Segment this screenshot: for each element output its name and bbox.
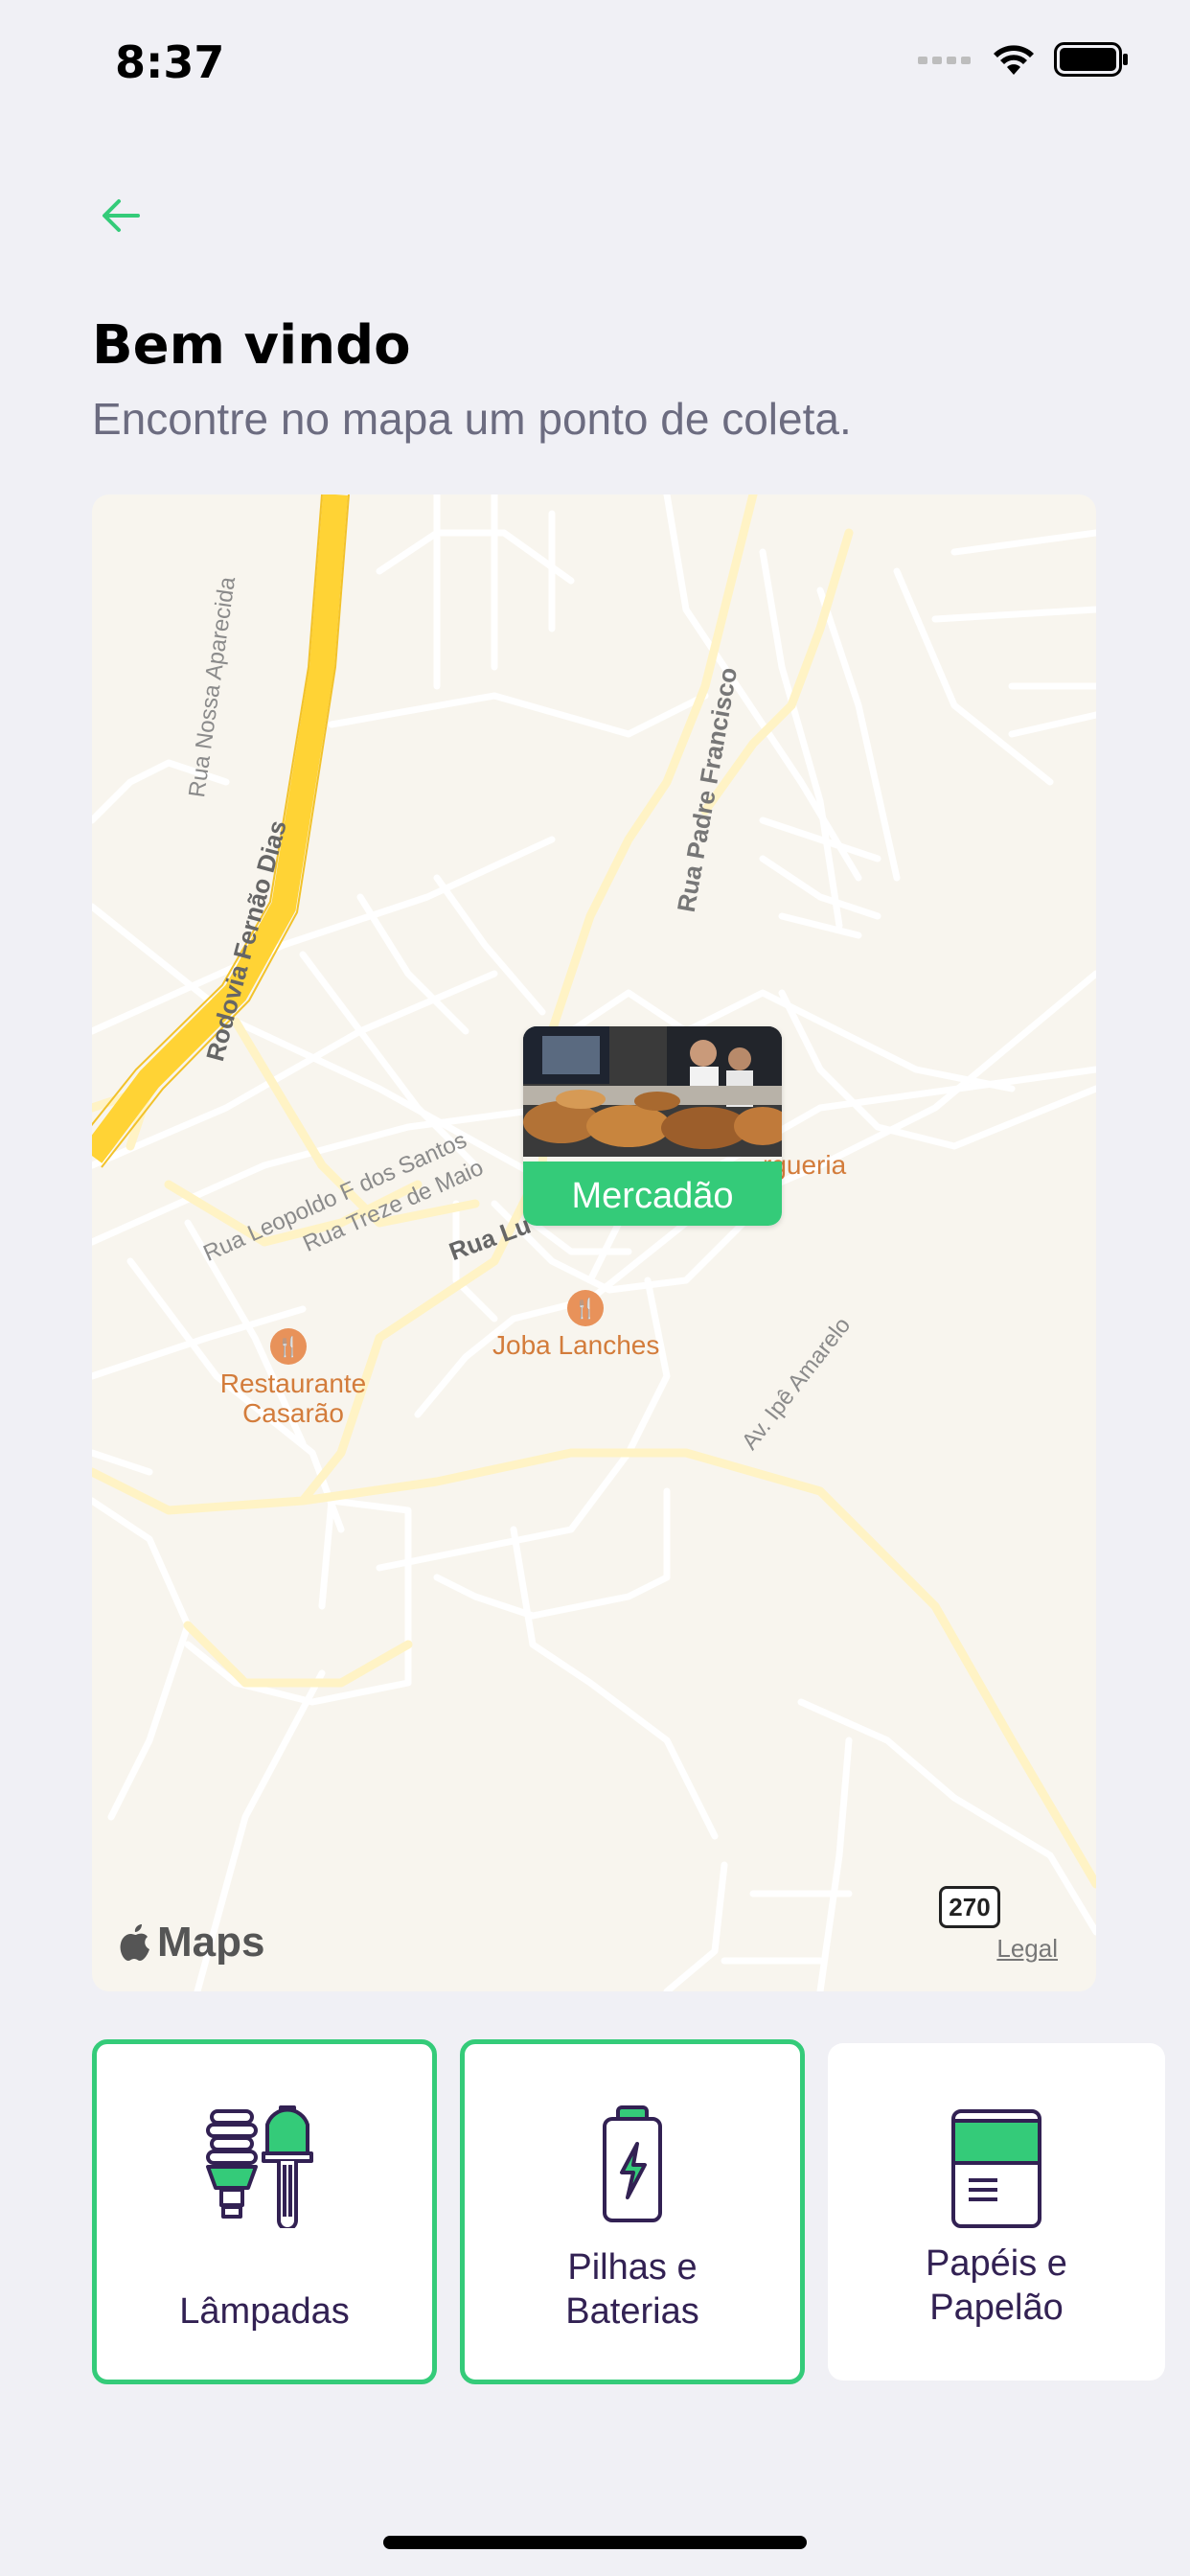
legal-link[interactable]: Legal bbox=[996, 1934, 1058, 1964]
item-card-pilhas[interactable]: Pilhas e Baterias bbox=[460, 2039, 805, 2384]
poi-label-joba: Joba Lanches bbox=[492, 1330, 660, 1360]
marker-photo bbox=[523, 1026, 782, 1157]
item-card-lampadas[interactable]: Lâmpadas bbox=[92, 2039, 437, 2384]
signal-icon bbox=[918, 53, 973, 71]
battery-status-icon bbox=[1054, 42, 1129, 81]
map-marker-mercadao[interactable]: Mercadão bbox=[523, 1026, 782, 1226]
item-card-papeis[interactable]: Papéis e Papelão bbox=[828, 2043, 1165, 2380]
back-button[interactable] bbox=[92, 187, 149, 244]
wifi-icon bbox=[991, 42, 1037, 81]
poi-label-restaurante: Restaurante Casarão bbox=[219, 1368, 367, 1428]
battery-icon bbox=[603, 2105, 662, 2222]
item-label: Lâmpadas bbox=[179, 2291, 350, 2332]
restaurant-pin-icon[interactable]: 🍴 bbox=[270, 1328, 307, 1365]
status-icons bbox=[918, 42, 1129, 81]
apple-logo-icon bbox=[120, 1924, 149, 1961]
status-time: 8:37 bbox=[115, 36, 225, 88]
maps-brand-text: Maps bbox=[157, 1919, 265, 1966]
restaurant-pin-icon[interactable]: 🍴 bbox=[567, 1290, 604, 1326]
page-title: Bem vindo bbox=[92, 314, 411, 377]
route-shield: 270 bbox=[939, 1886, 1000, 1928]
item-label: Pilhas e Baterias bbox=[565, 2247, 699, 2332]
status-bar: 8:37 bbox=[0, 0, 1190, 134]
item-label: Papéis e Papelão bbox=[926, 2243, 1067, 2328]
page-subtitle: Encontre no mapa um ponto de coleta. bbox=[92, 394, 852, 444]
items-grid: Lâmpadas Pilhas e Baterias Papéis e Pape… bbox=[92, 2039, 1165, 2384]
arrow-left-icon bbox=[103, 199, 140, 232]
lamp-icon bbox=[206, 2105, 313, 2228]
map-view[interactable]: Rua Nossa Aparecida Rodovia Fernão Dias … bbox=[92, 494, 1096, 1991]
home-indicator bbox=[383, 2536, 807, 2549]
paper-icon bbox=[951, 2109, 1041, 2228]
apple-maps-logo: Maps bbox=[119, 1919, 264, 1966]
marker-label: Mercadão bbox=[523, 1162, 782, 1226]
